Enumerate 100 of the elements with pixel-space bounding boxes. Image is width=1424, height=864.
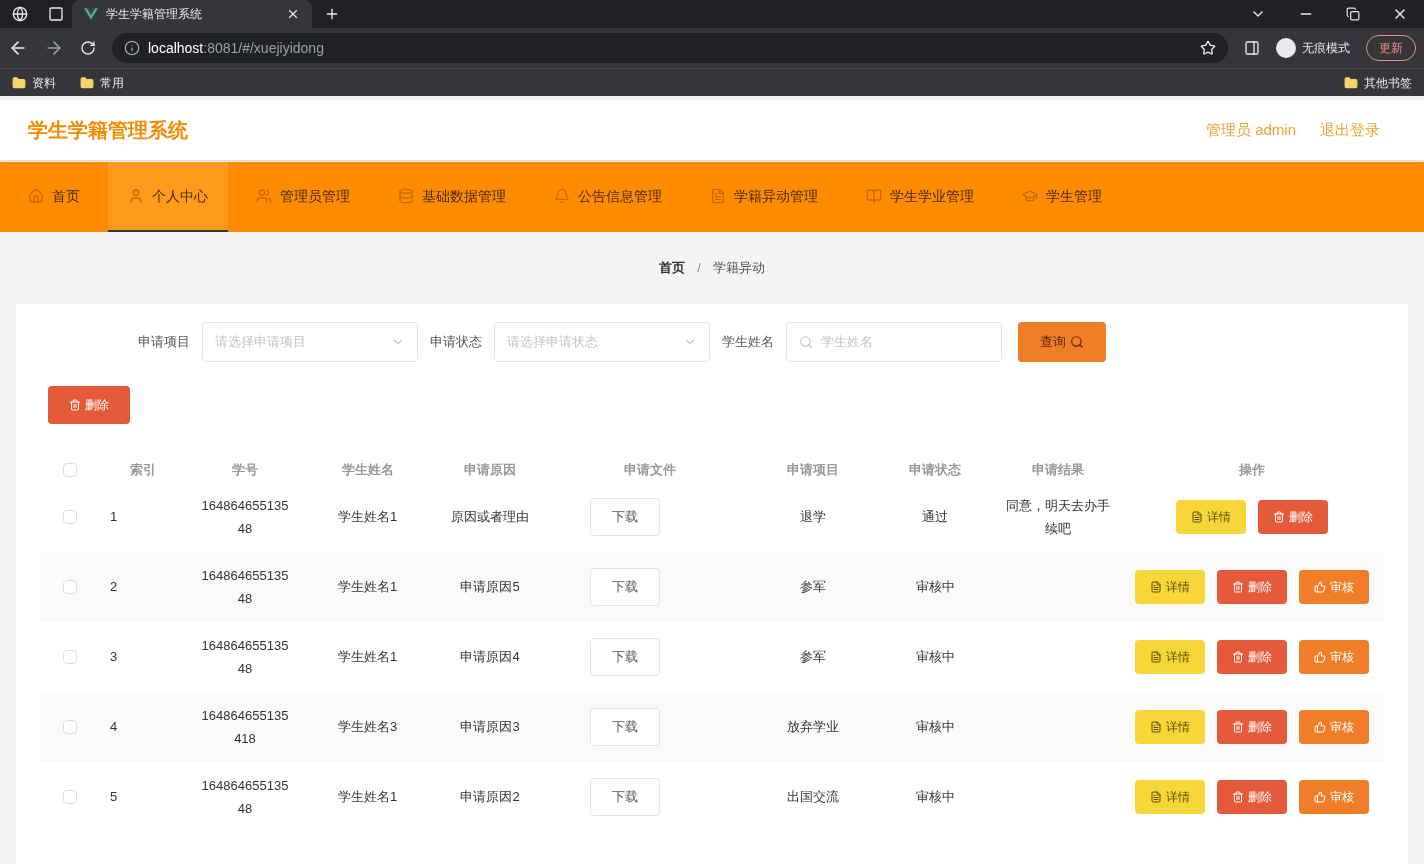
download-button[interactable]: 下载 bbox=[590, 568, 660, 606]
table-cell-text: 通过 bbox=[922, 508, 948, 527]
delete-button[interactable]: 删除 bbox=[1217, 780, 1287, 814]
select-all-checkbox[interactable] bbox=[63, 463, 77, 477]
home-icon bbox=[28, 188, 44, 204]
table-cell-text: 164864655135418 bbox=[200, 707, 290, 748]
folder-icon bbox=[1344, 75, 1358, 90]
reload-icon[interactable] bbox=[80, 40, 96, 56]
download-button[interactable]: 下载 bbox=[590, 638, 660, 676]
document-icon bbox=[1191, 511, 1203, 523]
search-icon bbox=[1070, 335, 1084, 349]
database-icon bbox=[398, 188, 414, 204]
filter-label: 申请状态 bbox=[430, 333, 482, 352]
thumbs-up-icon bbox=[1314, 581, 1326, 593]
table-cell-text: 学生姓名1 bbox=[337, 578, 398, 597]
detail-button[interactable]: 详情 bbox=[1135, 640, 1205, 674]
folder-icon bbox=[80, 75, 94, 90]
nav-item[interactable]: 个人中心 bbox=[108, 162, 228, 232]
table-cell-text: 16486465513548 bbox=[200, 567, 290, 608]
delete-button[interactable]: 删除 bbox=[1258, 500, 1328, 534]
close-icon[interactable] bbox=[286, 7, 300, 21]
bookmark-item[interactable]: 常用 bbox=[100, 74, 124, 91]
document-icon bbox=[1150, 581, 1162, 593]
app-title: 学生学籍管理系统 bbox=[28, 118, 189, 143]
document-icon bbox=[1150, 651, 1162, 663]
row-checkbox[interactable] bbox=[63, 720, 77, 734]
table-cell-text: 审核中 bbox=[915, 718, 955, 737]
browser-tab[interactable]: 学生学籍管理系统 bbox=[72, 0, 312, 28]
tab-icon[interactable] bbox=[48, 6, 64, 22]
nav-item[interactable]: 公告信息管理 bbox=[534, 162, 682, 232]
download-button[interactable]: 下载 bbox=[590, 498, 660, 536]
detail-button[interactable]: 详情 bbox=[1135, 780, 1205, 814]
table-cell-text: 审核中 bbox=[915, 788, 955, 807]
query-button[interactable]: 查询 bbox=[1018, 322, 1106, 362]
address-bar[interactable]: localhost:8081/#/xuejiyidong bbox=[112, 33, 1228, 63]
nav-item[interactable]: 管理员管理 bbox=[236, 162, 370, 232]
profile-label[interactable]: 无痕模式 bbox=[1302, 40, 1350, 56]
table-cell-text: 退学 bbox=[799, 508, 826, 527]
trash-icon bbox=[1232, 651, 1244, 663]
bookmark-item[interactable]: 其他书签 bbox=[1364, 74, 1412, 91]
trash-icon bbox=[1273, 511, 1285, 523]
row-checkbox[interactable] bbox=[63, 510, 77, 524]
nav-item[interactable]: 学生管理 bbox=[1002, 162, 1122, 232]
table-cell-text: 申请原因2 bbox=[460, 788, 520, 807]
detail-button[interactable]: 详情 bbox=[1176, 500, 1246, 534]
table-cell-text: 学生姓名1 bbox=[337, 508, 398, 527]
book-icon bbox=[866, 188, 882, 204]
table-cell-text: 参军 bbox=[799, 648, 826, 667]
table-cell-text: 放弃学业 bbox=[786, 718, 839, 737]
info-icon[interactable] bbox=[124, 40, 140, 56]
trash-icon bbox=[1232, 581, 1244, 593]
table-cell-text: 3 bbox=[110, 648, 118, 667]
nav-item[interactable]: 学籍异动管理 bbox=[690, 162, 838, 232]
table-cell-text: 16486465513548 bbox=[200, 497, 290, 538]
table-cell-text: 原因或者理由 bbox=[451, 508, 529, 527]
nav-item[interactable]: 首页 bbox=[8, 162, 100, 232]
nav-item[interactable]: 基础数据管理 bbox=[378, 162, 526, 232]
table-cell-text: 申请原因4 bbox=[460, 648, 520, 667]
user-icon bbox=[128, 188, 144, 204]
user-label: 管理员 admin bbox=[1205, 119, 1296, 140]
column-header: 申请文件 bbox=[624, 461, 676, 480]
thumbs-up-icon bbox=[1314, 721, 1326, 733]
filter-label: 申请项目 bbox=[138, 333, 190, 352]
column-header: 申请结果 bbox=[1031, 461, 1084, 480]
table-cell-text: 4 bbox=[110, 718, 118, 737]
row-checkbox[interactable] bbox=[63, 790, 77, 804]
download-button[interactable]: 下载 bbox=[590, 708, 660, 746]
row-checkbox[interactable] bbox=[63, 650, 77, 664]
delete-button[interactable]: 删除 bbox=[1217, 570, 1287, 604]
download-button[interactable]: 下载 bbox=[590, 778, 660, 816]
restore-icon[interactable] bbox=[1346, 7, 1360, 21]
bookmark-star-icon[interactable] bbox=[1200, 40, 1216, 56]
bookmark-item[interactable]: 资料 bbox=[32, 74, 56, 91]
delete-button[interactable]: 删除 bbox=[1217, 710, 1287, 744]
detail-button[interactable]: 详情 bbox=[1135, 570, 1205, 604]
globe-icon[interactable] bbox=[12, 6, 28, 22]
breadcrumb-link[interactable]: 首页 bbox=[659, 258, 686, 278]
column-header: 申请项目 bbox=[786, 461, 839, 480]
document-icon bbox=[1150, 791, 1162, 803]
folder-icon bbox=[12, 75, 26, 90]
thumbs-up-icon bbox=[1314, 651, 1326, 663]
breadcrumb-current: 学籍异动 bbox=[712, 259, 765, 278]
document-icon bbox=[710, 188, 726, 204]
delete-button[interactable]: 删除 bbox=[1217, 640, 1287, 674]
row-checkbox[interactable] bbox=[63, 580, 77, 594]
delete-selected-button[interactable]: 删除 bbox=[48, 386, 130, 424]
breadcrumb-separator: / bbox=[697, 259, 701, 278]
nav-item[interactable]: 学生学业管理 bbox=[846, 162, 994, 232]
table-cell-text: 5 bbox=[110, 788, 118, 807]
detail-button[interactable]: 详情 bbox=[1135, 710, 1205, 744]
table-cell-text: 16486465513548 bbox=[200, 637, 290, 678]
table-cell-text: 出国交流 bbox=[786, 788, 839, 807]
users-icon bbox=[256, 188, 272, 204]
table-cell-text: 1 bbox=[110, 508, 118, 527]
column-header: 学生姓名 bbox=[341, 461, 394, 480]
side-panel-icon[interactable] bbox=[1244, 40, 1260, 56]
thumbs-up-icon bbox=[1314, 791, 1326, 803]
table-cell-text: 参军 bbox=[799, 578, 826, 597]
new-tab-icon[interactable] bbox=[324, 6, 340, 22]
document-icon bbox=[1150, 721, 1162, 733]
